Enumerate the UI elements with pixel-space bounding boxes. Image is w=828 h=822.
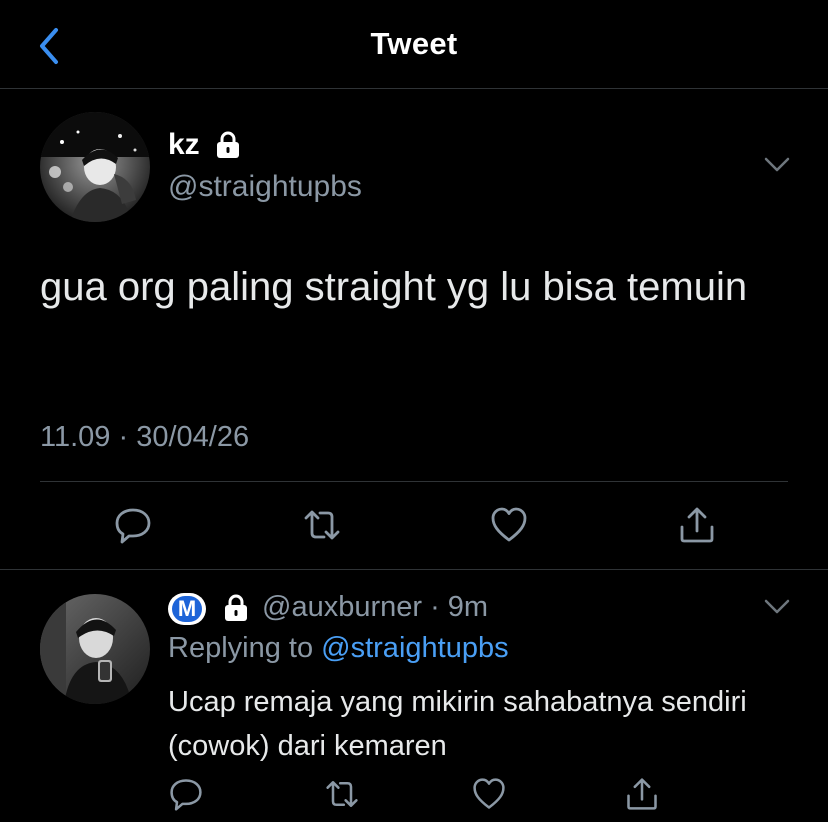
tweet-detail-screen: Tweet kz @straightupbs gua org paling st… (0, 0, 828, 822)
retweet-icon[interactable] (302, 505, 342, 545)
lock-icon (217, 131, 239, 158)
like-icon[interactable] (489, 505, 529, 545)
share-icon[interactable] (677, 505, 717, 545)
share-icon[interactable] (624, 776, 660, 812)
verified-badge: M (168, 593, 206, 625)
mention-link[interactable]: @straightupbs (321, 632, 508, 664)
like-icon[interactable] (471, 776, 507, 812)
divider (0, 569, 828, 570)
reply-handle-time[interactable]: @auxburner · 9m (262, 591, 488, 624)
reply-text: Ucap remaja yang mikirin sahabatnya send… (168, 686, 747, 762)
chevron-down-icon[interactable] (763, 155, 791, 175)
lock-icon (225, 594, 247, 621)
author-handle[interactable]: @straightupbs (168, 170, 362, 204)
divider (40, 481, 788, 482)
author-avatar[interactable] (40, 112, 150, 222)
author-name[interactable]: kz (168, 128, 200, 162)
reply-author-avatar[interactable] (40, 594, 150, 704)
navigation-header: Tweet (0, 0, 828, 89)
replying-to-prefix: Replying to (168, 632, 322, 664)
tweet-text: gua org paling straight yg lu bisa temui… (40, 265, 748, 309)
badge-letter: M (172, 596, 202, 622)
page-title: Tweet (370, 26, 458, 61)
reply-icon[interactable] (168, 776, 204, 812)
chevron-down-icon[interactable] (763, 597, 791, 617)
tweet-timestamp: 11.09 · 30/04/26 (40, 421, 250, 453)
replying-to-line: Replying to @straightupbs (168, 632, 509, 665)
retweet-icon[interactable] (324, 776, 360, 812)
reply-icon[interactable] (113, 505, 153, 545)
